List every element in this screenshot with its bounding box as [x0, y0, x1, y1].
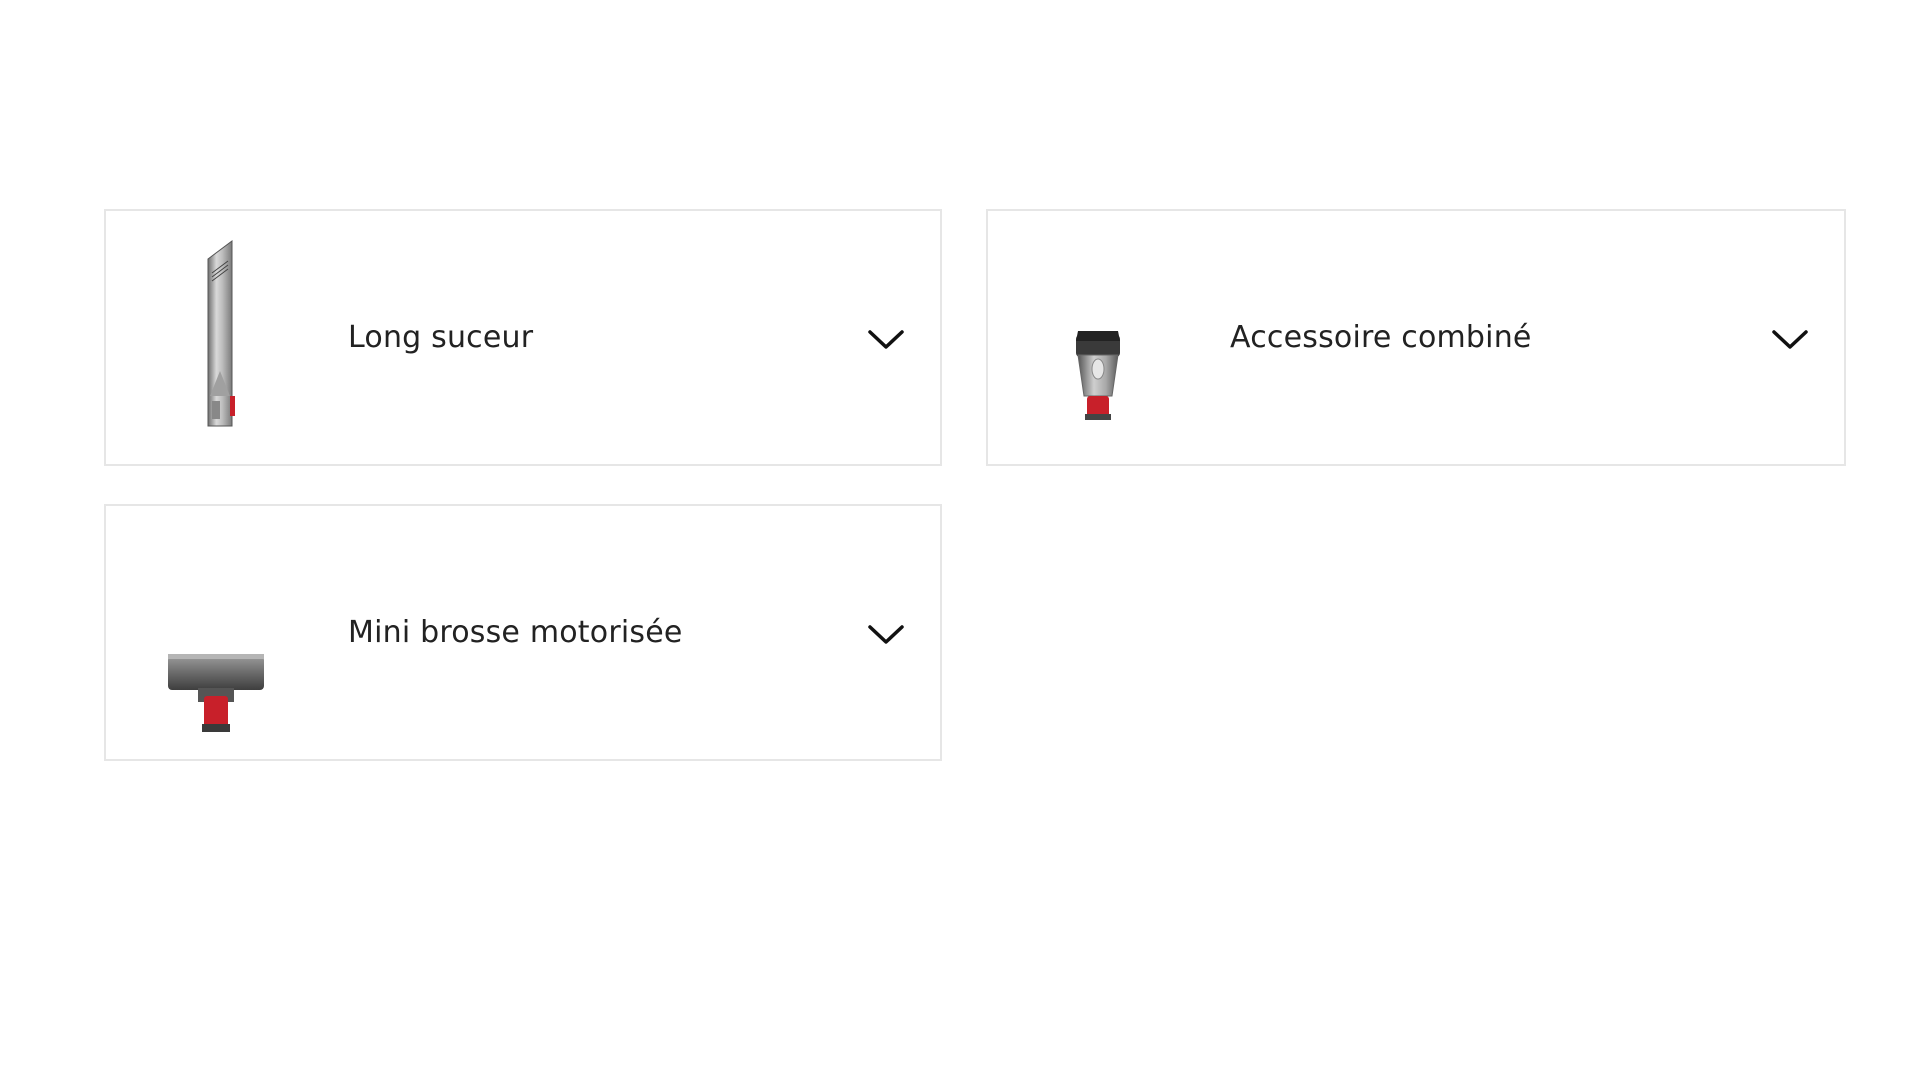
mini-motorized-brush-icon	[156, 526, 276, 741]
chevron-down-icon[interactable]	[866, 325, 906, 353]
accessory-card-long-suceur[interactable]: Long suceur	[104, 209, 942, 466]
accessory-label: Accessoire combiné	[1230, 320, 1532, 355]
chevron-down-icon[interactable]	[1770, 325, 1810, 353]
crevice-tool-icon	[156, 231, 276, 446]
accessory-label: Long suceur	[348, 320, 534, 355]
combination-tool-icon	[1038, 231, 1158, 446]
accessory-card-accessoire-combine[interactable]: Accessoire combiné	[986, 209, 1846, 466]
accessory-card-mini-brosse-motorisee[interactable]: Mini brosse motorisée	[104, 504, 942, 761]
accessory-label: Mini brosse motorisée	[348, 615, 683, 650]
chevron-down-icon[interactable]	[866, 620, 906, 648]
accessories-page: Long suceur Accessoire combiné Mini bros…	[0, 0, 1920, 1080]
